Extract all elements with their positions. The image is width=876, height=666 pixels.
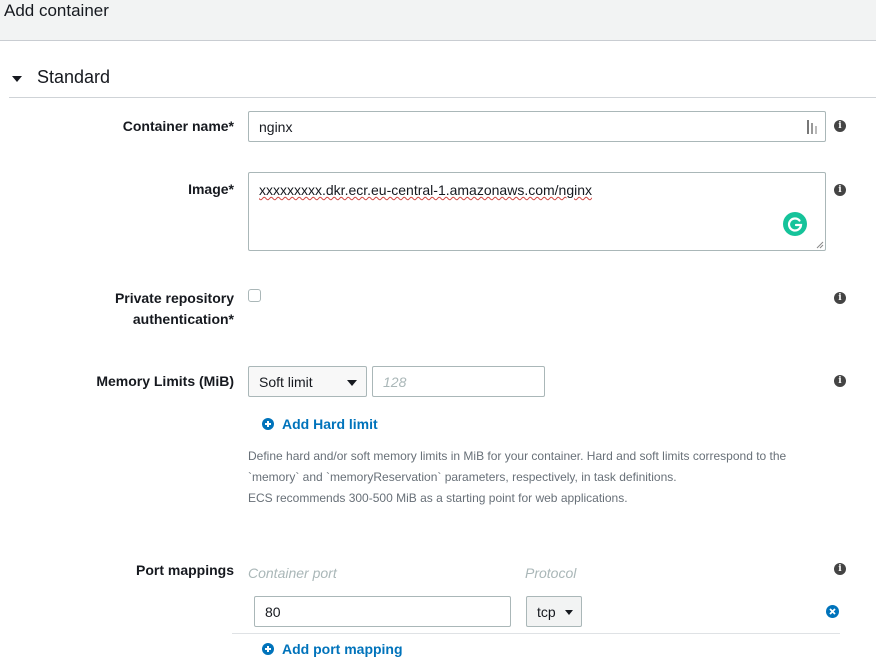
container-name-info-icon[interactable]: i bbox=[834, 120, 846, 132]
private-repo-info-icon[interactable]: i bbox=[834, 292, 846, 304]
container-name-input[interactable]: nginx bbox=[248, 111, 826, 142]
container-port-header: Container port bbox=[248, 565, 337, 581]
plus-circle-icon bbox=[262, 418, 274, 430]
grammarly-icon[interactable] bbox=[783, 212, 807, 236]
private-repo-checkbox[interactable] bbox=[248, 289, 261, 302]
memory-help-line1: Define hard and/or soft memory limits in… bbox=[248, 449, 787, 463]
image-textarea[interactable]: xxxxxxxxx.dkr.ecr.eu-central-1.amazonaws… bbox=[248, 172, 826, 251]
section-divider bbox=[9, 97, 876, 98]
memory-help-line2: `memory` and `memoryReservation` paramet… bbox=[248, 470, 677, 484]
chevron-down-icon bbox=[565, 610, 573, 615]
add-hard-limit-label: Add Hard limit bbox=[282, 416, 378, 432]
chevron-down-icon bbox=[347, 380, 357, 386]
image-value: xxxxxxxxx.dkr.ecr.eu-central-1.amazonaws… bbox=[259, 182, 593, 198]
memory-info-icon[interactable]: i bbox=[834, 375, 846, 387]
password-manager-icon[interactable] bbox=[807, 120, 819, 134]
private-repo-label-line1: Private repository bbox=[114, 290, 234, 306]
resize-handle-icon[interactable] bbox=[816, 241, 824, 249]
memory-limit-input[interactable]: 128 bbox=[372, 366, 545, 397]
image-label: Image* bbox=[188, 181, 234, 197]
row-divider bbox=[232, 633, 840, 634]
plus-circle-icon bbox=[262, 643, 274, 655]
memory-limit-type-value: Soft limit bbox=[259, 374, 313, 390]
memory-limits-label: Memory Limits (MiB) bbox=[96, 373, 234, 389]
image-info-icon[interactable]: i bbox=[834, 184, 846, 196]
memory-help-line3: ECS recommends 300-500 MiB as a starting… bbox=[248, 491, 628, 505]
protocol-header: Protocol bbox=[525, 565, 577, 581]
container-name-label: Container name* bbox=[122, 118, 234, 134]
private-repo-label-line2: authentication* bbox=[132, 311, 234, 327]
container-name-value: nginx bbox=[259, 119, 293, 135]
section-title: Standard bbox=[37, 67, 111, 87]
page-header: Add container bbox=[0, 0, 876, 41]
memory-help-text: Define hard and/or soft memory limits in… bbox=[248, 446, 828, 509]
port-mappings-info-icon[interactable]: i bbox=[834, 563, 846, 575]
add-port-mapping-label: Add port mapping bbox=[282, 641, 403, 657]
page-title: Add container bbox=[4, 1, 109, 20]
memory-limit-type-select[interactable]: Soft limit bbox=[248, 366, 367, 397]
container-port-value: 80 bbox=[265, 604, 281, 620]
protocol-value: tcp bbox=[537, 604, 556, 620]
remove-circle-icon[interactable] bbox=[826, 605, 839, 618]
private-repo-label: Private repository authentication* bbox=[115, 288, 234, 330]
memory-limit-placeholder: 128 bbox=[383, 374, 407, 390]
container-port-input[interactable]: 80 bbox=[254, 596, 511, 627]
protocol-select[interactable]: tcp bbox=[526, 596, 582, 627]
caret-down-icon bbox=[12, 76, 22, 82]
port-mappings-label: Port mappings bbox=[135, 562, 234, 578]
